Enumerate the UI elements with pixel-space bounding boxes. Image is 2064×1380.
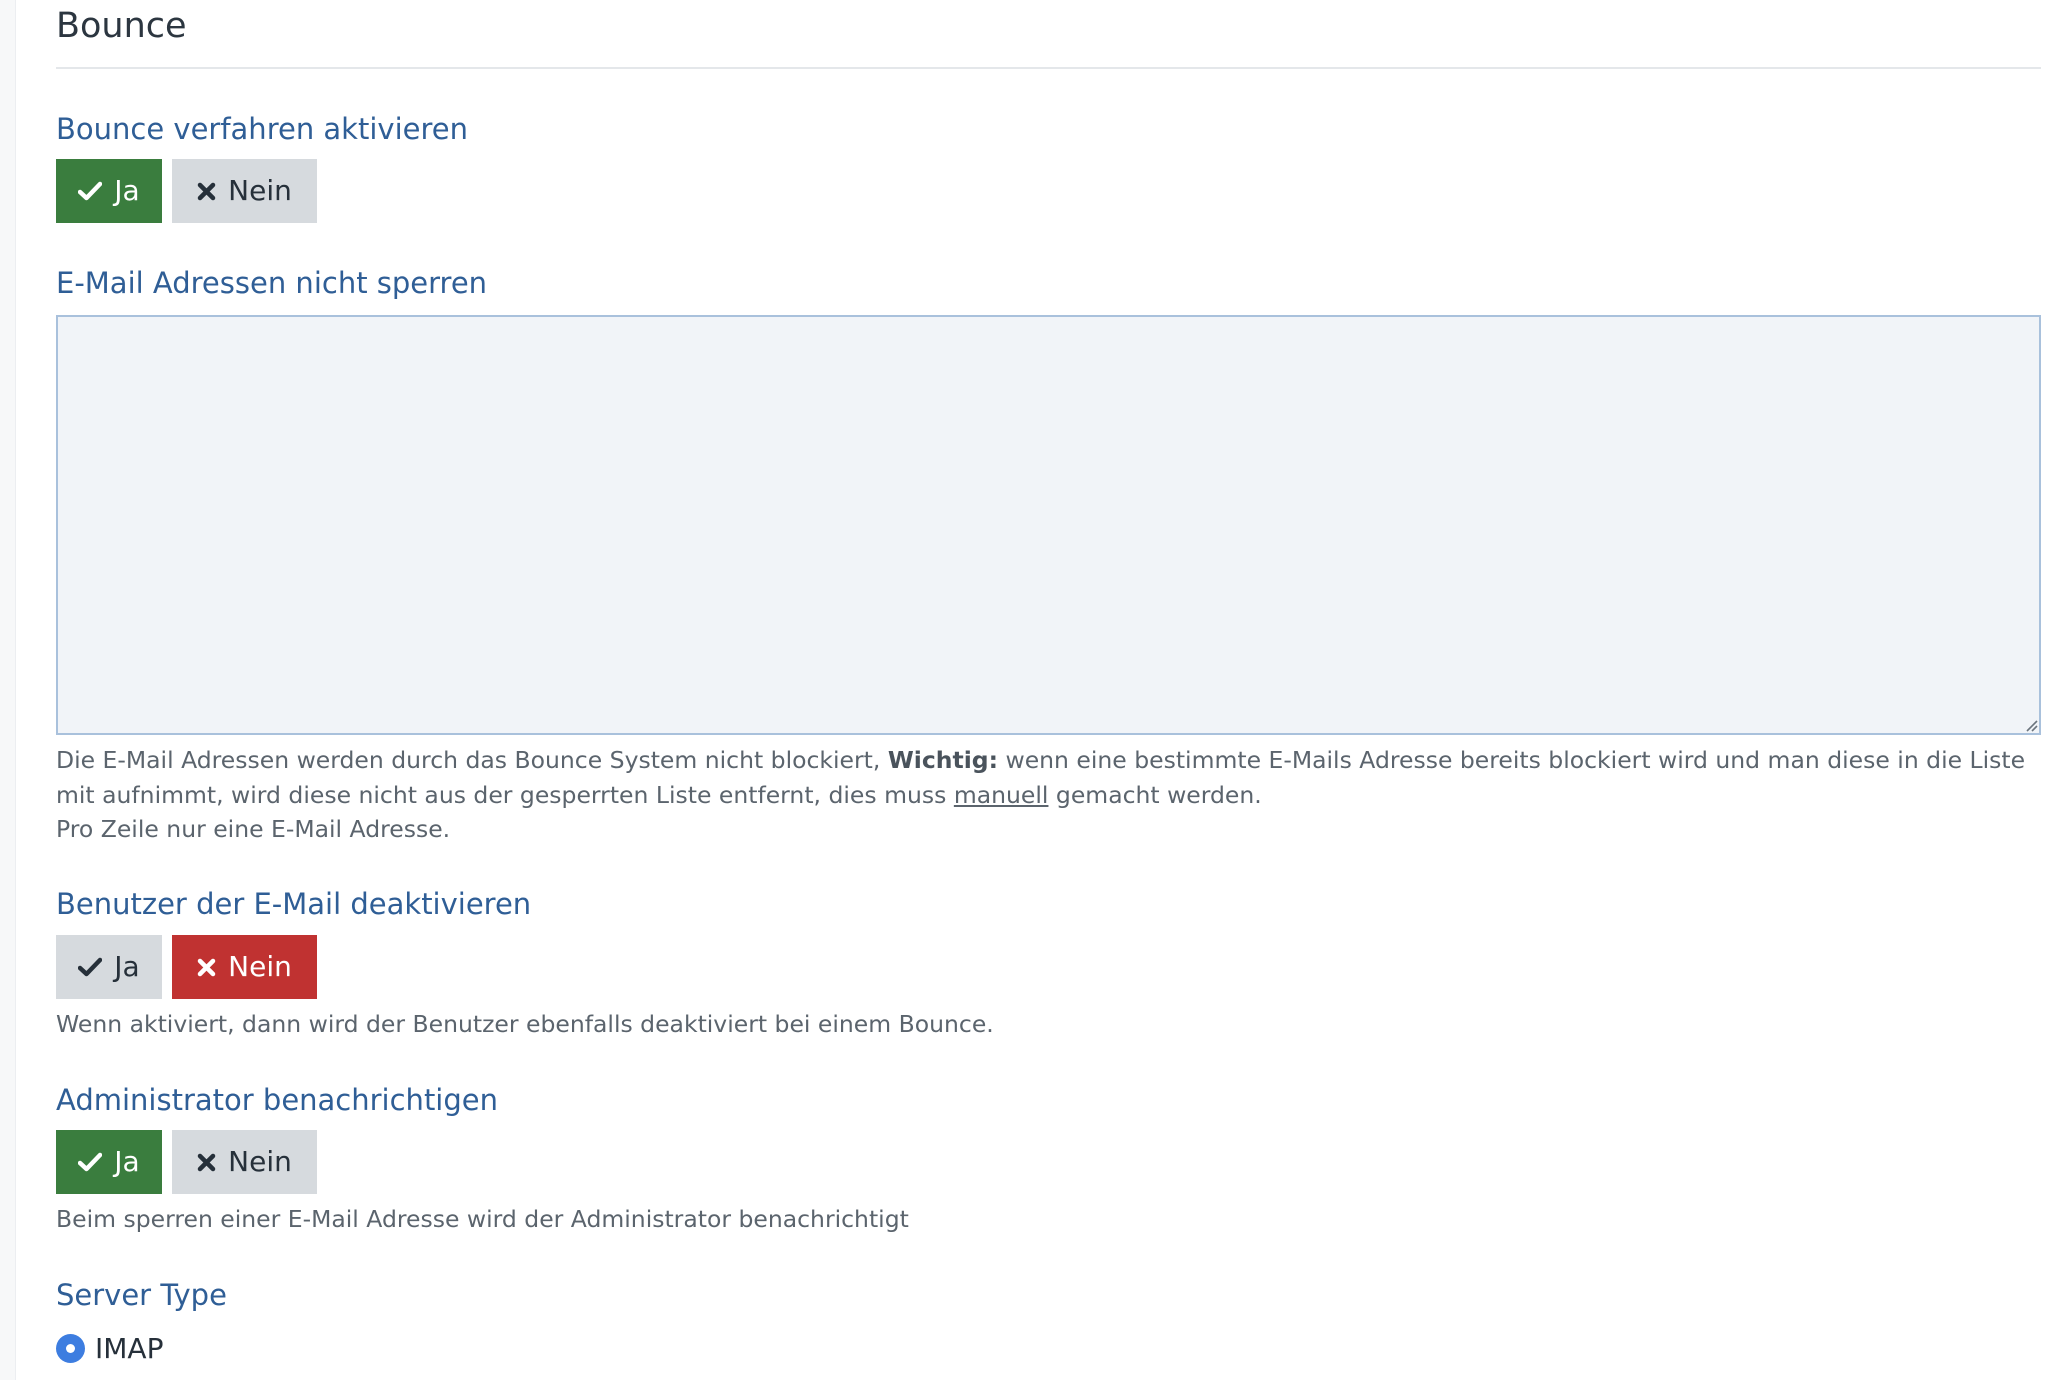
bounce-enable-yes-button[interactable]: Ja [56, 159, 162, 223]
check-icon [78, 1152, 103, 1172]
whitelist-label: E-Mail Adressen nicht sperren [56, 266, 488, 300]
times-icon [197, 958, 216, 976]
bounce-enable-no-button[interactable]: Nein [172, 159, 317, 223]
times-icon [197, 182, 216, 200]
bounce-enable-yes-label: Ja [114, 174, 140, 207]
radio-selected-icon[interactable] [56, 1333, 85, 1363]
whitelist-help-manual: manuell [953, 780, 1049, 809]
server-type-option-imap[interactable]: IMAP [56, 1328, 163, 1368]
deactivate-user-no-label: Nein [228, 950, 292, 983]
whitelist-help-line2: Pro Zeile nur eine E-Mail Adresse. [56, 815, 451, 843]
resize-grip-icon[interactable] [2022, 716, 2038, 732]
whitelist-textarea[interactable] [56, 315, 2041, 735]
whitelist-help-part1: Die E-Mail Adressen werden durch das Bou… [56, 746, 888, 774]
notify-admin-yes-label: Ja [114, 1145, 140, 1178]
title-divider [56, 67, 2041, 69]
bounce-enable-no-label: Nein [228, 174, 292, 207]
check-icon [78, 181, 103, 201]
notify-admin-help-text: Beim sperren einer E-Mail Adresse wird d… [56, 1205, 909, 1233]
sidebar-edge [0, 0, 16, 1380]
times-icon [197, 1153, 216, 1171]
deactivate-user-yes-button[interactable]: Ja [56, 935, 162, 999]
server-type-option-label: IMAP [95, 1331, 164, 1365]
deactivate-user-help-text: Wenn aktiviert, dann wird der Benutzer e… [56, 1010, 994, 1038]
server-type-label: Server Type [56, 1278, 227, 1312]
notify-admin-no-label: Nein [228, 1145, 292, 1178]
whitelist-help-text: Die E-Mail Adressen werden durch das Bou… [56, 743, 2041, 847]
notify-admin-label: Administrator benachrichtigen [56, 1083, 498, 1117]
bounce-enable-label: Bounce verfahren aktivieren [56, 112, 468, 146]
notify-admin-no-button[interactable]: Nein [172, 1130, 317, 1194]
deactivate-user-yes-label: Ja [114, 950, 140, 983]
page-title: Bounce [56, 6, 187, 46]
deactivate-user-label: Benutzer der E-Mail deaktivieren [56, 887, 532, 921]
notify-admin-yes-button[interactable]: Ja [56, 1130, 162, 1194]
whitelist-help-important: Wichtig: [887, 746, 998, 774]
deactivate-user-no-button[interactable]: Nein [172, 935, 317, 999]
whitelist-help-part3: gemacht werden. [1048, 780, 1262, 809]
check-icon [78, 957, 103, 977]
